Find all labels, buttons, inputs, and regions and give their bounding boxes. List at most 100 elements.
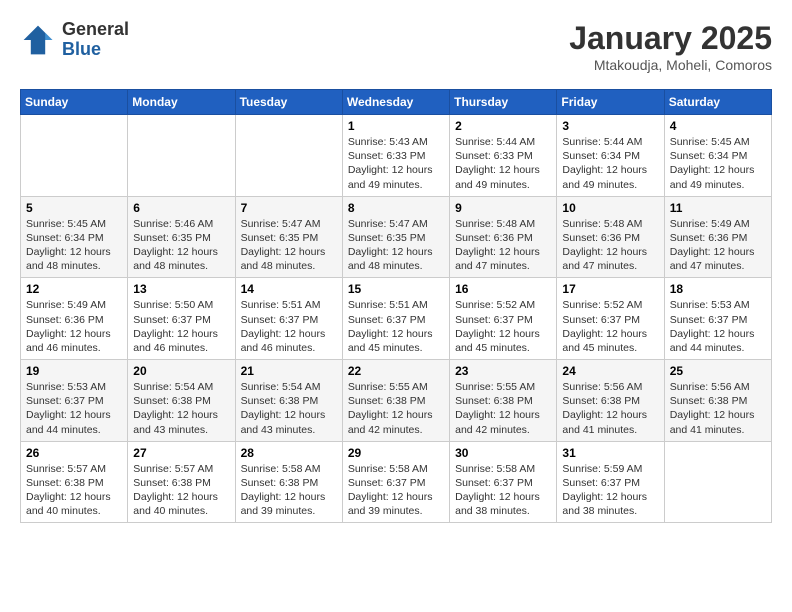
week-row-4: 19 Sunrise: 5:53 AM Sunset: 6:37 PM Dayli… bbox=[21, 360, 772, 442]
day-number: 30 bbox=[455, 446, 551, 460]
day-cell: 10 Sunrise: 5:48 AM Sunset: 6:36 PM Dayli… bbox=[557, 196, 664, 278]
logo: General Blue bbox=[20, 20, 129, 60]
week-row-5: 26 Sunrise: 5:57 AM Sunset: 6:38 PM Dayli… bbox=[21, 441, 772, 523]
day-number: 28 bbox=[241, 446, 337, 460]
day-info: Sunrise: 5:57 AM Sunset: 6:38 PM Dayligh… bbox=[26, 462, 122, 519]
day-cell: 27Sunrise: 5:57 AM Sunset: 6:38 PM Dayli… bbox=[128, 441, 235, 523]
day-header-monday: Monday bbox=[128, 90, 235, 115]
title-block: January 2025 Mtakoudja, Moheli, Comoros bbox=[569, 20, 772, 73]
day-info: Sunrise: 5:44 AM Sunset: 6:34 PM Dayligh… bbox=[562, 135, 658, 192]
day-cell: 3 Sunrise: 5:44 AM Sunset: 6:34 PM Daylig… bbox=[557, 115, 664, 197]
day-info: Sunrise: 5:58 AM Sunset: 6:37 PM Dayligh… bbox=[348, 462, 444, 519]
day-number: 19 bbox=[26, 364, 122, 378]
day-cell: 5 Sunrise: 5:45 AM Sunset: 6:34 PM Daylig… bbox=[21, 196, 128, 278]
day-cell: 17 Sunrise: 5:52 AM Sunset: 6:37 PM Dayli… bbox=[557, 278, 664, 360]
day-info: Sunrise: 5:50 AM Sunset: 6:37 PM Dayligh… bbox=[133, 298, 229, 355]
day-number: 18 bbox=[670, 282, 766, 296]
logo-icon bbox=[20, 22, 56, 58]
calendar-subtitle: Mtakoudja, Moheli, Comoros bbox=[569, 57, 772, 73]
day-number: 7 bbox=[241, 201, 337, 215]
day-number: 1 bbox=[348, 119, 444, 133]
day-cell: 18 Sunrise: 5:53 AM Sunset: 6:37 PM Dayli… bbox=[664, 278, 771, 360]
day-cell: 8 Sunrise: 5:47 AM Sunset: 6:35 PM Daylig… bbox=[342, 196, 449, 278]
day-number: 3 bbox=[562, 119, 658, 133]
day-number: 2 bbox=[455, 119, 551, 133]
day-info: Sunrise: 5:47 AM Sunset: 6:35 PM Dayligh… bbox=[348, 217, 444, 274]
day-info: Sunrise: 5:54 AM Sunset: 6:38 PM Dayligh… bbox=[133, 380, 229, 437]
day-info: Sunrise: 5:45 AM Sunset: 6:34 PM Dayligh… bbox=[670, 135, 766, 192]
day-header-wednesday: Wednesday bbox=[342, 90, 449, 115]
day-cell: 4 Sunrise: 5:45 AM Sunset: 6:34 PM Daylig… bbox=[664, 115, 771, 197]
day-cell: 16 Sunrise: 5:52 AM Sunset: 6:37 PM Dayli… bbox=[450, 278, 557, 360]
day-info: Sunrise: 5:48 AM Sunset: 6:36 PM Dayligh… bbox=[562, 217, 658, 274]
day-info: Sunrise: 5:51 AM Sunset: 6:37 PM Dayligh… bbox=[348, 298, 444, 355]
day-cell: 11Sunrise: 5:49 AM Sunset: 6:36 PM Dayli… bbox=[664, 196, 771, 278]
day-info: Sunrise: 5:47 AM Sunset: 6:35 PM Dayligh… bbox=[241, 217, 337, 274]
day-cell: 1 Sunrise: 5:43 AM Sunset: 6:33 PM Daylig… bbox=[342, 115, 449, 197]
day-cell bbox=[235, 115, 342, 197]
day-number: 4 bbox=[670, 119, 766, 133]
day-header-friday: Friday bbox=[557, 90, 664, 115]
day-cell: 22 Sunrise: 5:55 AM Sunset: 6:38 PM Dayli… bbox=[342, 360, 449, 442]
day-number: 10 bbox=[562, 201, 658, 215]
logo-blue: Blue bbox=[62, 40, 129, 60]
day-cell bbox=[21, 115, 128, 197]
day-info: Sunrise: 5:55 AM Sunset: 6:38 PM Dayligh… bbox=[348, 380, 444, 437]
day-number: 24 bbox=[562, 364, 658, 378]
day-number: 22 bbox=[348, 364, 444, 378]
day-number: 23 bbox=[455, 364, 551, 378]
day-cell: 15 Sunrise: 5:51 AM Sunset: 6:37 PM Dayli… bbox=[342, 278, 449, 360]
day-info: Sunrise: 5:46 AM Sunset: 6:35 PM Dayligh… bbox=[133, 217, 229, 274]
page-header: General Blue January 2025 Mtakoudja, Moh… bbox=[20, 20, 772, 73]
day-info: Sunrise: 5:45 AM Sunset: 6:34 PM Dayligh… bbox=[26, 217, 122, 274]
day-number: 25 bbox=[670, 364, 766, 378]
day-info: Sunrise: 5:44 AM Sunset: 6:33 PM Dayligh… bbox=[455, 135, 551, 192]
logo-text: General Blue bbox=[62, 20, 129, 60]
day-header-thursday: Thursday bbox=[450, 90, 557, 115]
day-number: 31 bbox=[562, 446, 658, 460]
day-number: 26 bbox=[26, 446, 122, 460]
day-info: Sunrise: 5:52 AM Sunset: 6:37 PM Dayligh… bbox=[455, 298, 551, 355]
day-cell bbox=[664, 441, 771, 523]
day-info: Sunrise: 5:53 AM Sunset: 6:37 PM Dayligh… bbox=[670, 298, 766, 355]
day-header-tuesday: Tuesday bbox=[235, 90, 342, 115]
day-cell: 26 Sunrise: 5:57 AM Sunset: 6:38 PM Dayli… bbox=[21, 441, 128, 523]
day-number: 20 bbox=[133, 364, 229, 378]
day-info: Sunrise: 5:56 AM Sunset: 6:38 PM Dayligh… bbox=[562, 380, 658, 437]
day-info: Sunrise: 5:52 AM Sunset: 6:37 PM Dayligh… bbox=[562, 298, 658, 355]
day-cell: 24 Sunrise: 5:56 AM Sunset: 6:38 PM Dayli… bbox=[557, 360, 664, 442]
day-info: Sunrise: 5:58 AM Sunset: 6:38 PM Dayligh… bbox=[241, 462, 337, 519]
day-info: Sunrise: 5:43 AM Sunset: 6:33 PM Dayligh… bbox=[348, 135, 444, 192]
day-info: Sunrise: 5:58 AM Sunset: 6:37 PM Dayligh… bbox=[455, 462, 551, 519]
day-header-saturday: Saturday bbox=[664, 90, 771, 115]
day-number: 15 bbox=[348, 282, 444, 296]
day-number: 27 bbox=[133, 446, 229, 460]
day-number: 17 bbox=[562, 282, 658, 296]
day-cell: 21Sunrise: 5:54 AM Sunset: 6:38 PM Dayli… bbox=[235, 360, 342, 442]
day-cell: 7 Sunrise: 5:47 AM Sunset: 6:35 PM Daylig… bbox=[235, 196, 342, 278]
day-number: 21 bbox=[241, 364, 337, 378]
header-row: SundayMondayTuesdayWednesdayThursdayFrid… bbox=[21, 90, 772, 115]
day-number: 12 bbox=[26, 282, 122, 296]
day-cell: 13 Sunrise: 5:50 AM Sunset: 6:37 PM Dayli… bbox=[128, 278, 235, 360]
day-number: 16 bbox=[455, 282, 551, 296]
day-info: Sunrise: 5:48 AM Sunset: 6:36 PM Dayligh… bbox=[455, 217, 551, 274]
day-cell: 19 Sunrise: 5:53 AM Sunset: 6:37 PM Dayli… bbox=[21, 360, 128, 442]
day-number: 13 bbox=[133, 282, 229, 296]
day-cell: 6Sunrise: 5:46 AM Sunset: 6:35 PM Daylig… bbox=[128, 196, 235, 278]
day-cell: 20 Sunrise: 5:54 AM Sunset: 6:38 PM Dayli… bbox=[128, 360, 235, 442]
day-info: Sunrise: 5:53 AM Sunset: 6:37 PM Dayligh… bbox=[26, 380, 122, 437]
day-info: Sunrise: 5:59 AM Sunset: 6:37 PM Dayligh… bbox=[562, 462, 658, 519]
day-number: 8 bbox=[348, 201, 444, 215]
day-cell: 12Sunrise: 5:49 AM Sunset: 6:36 PM Dayli… bbox=[21, 278, 128, 360]
calendar-title: January 2025 bbox=[569, 20, 772, 57]
day-cell: 25 Sunrise: 5:56 AM Sunset: 6:38 PM Dayli… bbox=[664, 360, 771, 442]
day-number: 29 bbox=[348, 446, 444, 460]
day-number: 5 bbox=[26, 201, 122, 215]
logo-general: General bbox=[62, 20, 129, 40]
day-cell bbox=[128, 115, 235, 197]
day-cell: 14Sunrise: 5:51 AM Sunset: 6:37 PM Dayli… bbox=[235, 278, 342, 360]
week-row-1: 1 Sunrise: 5:43 AM Sunset: 6:33 PM Daylig… bbox=[21, 115, 772, 197]
day-cell: 29 Sunrise: 5:58 AM Sunset: 6:37 PM Dayli… bbox=[342, 441, 449, 523]
day-info: Sunrise: 5:56 AM Sunset: 6:38 PM Dayligh… bbox=[670, 380, 766, 437]
